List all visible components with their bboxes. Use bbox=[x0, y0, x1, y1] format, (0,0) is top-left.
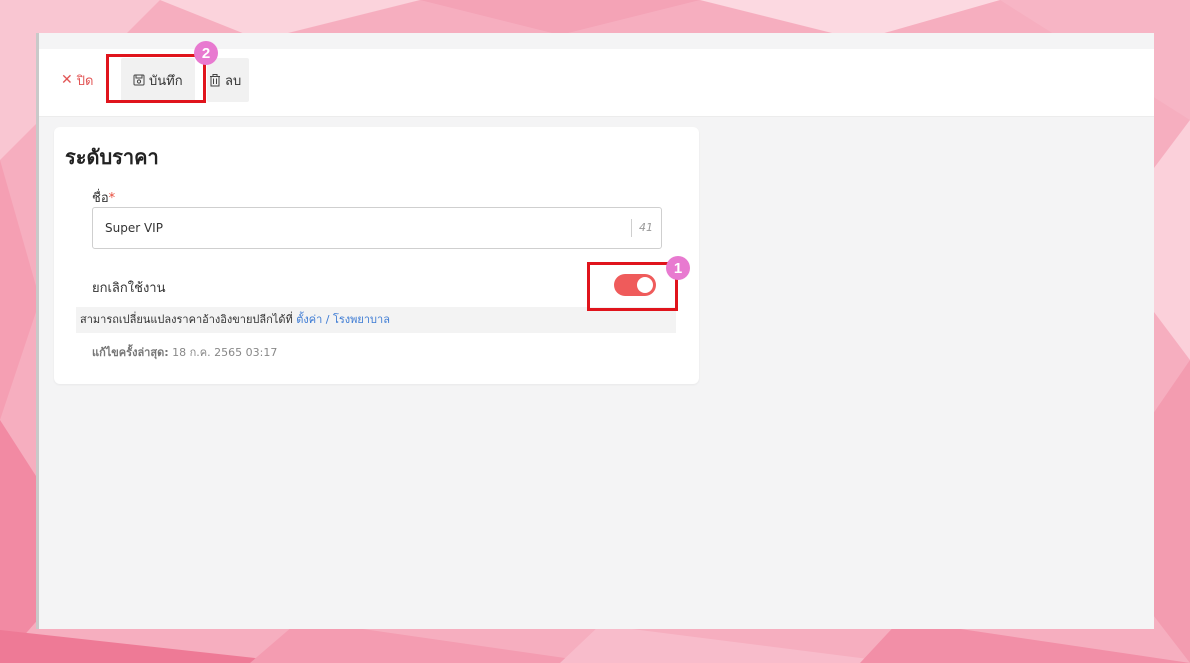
close-button[interactable]: ✕ ปิด bbox=[61, 58, 93, 102]
char-counter: 41 bbox=[631, 219, 653, 237]
trash-icon bbox=[209, 73, 221, 87]
required-mark: * bbox=[108, 191, 116, 206]
toggle-knob bbox=[637, 277, 653, 293]
last-edit-value: 18 ก.ค. 2565 03:17 bbox=[172, 346, 278, 359]
close-icon: ✕ bbox=[61, 72, 73, 88]
page-title: ระดับราคา bbox=[65, 145, 159, 169]
disable-label: ยกเลิกใช้งาน bbox=[92, 281, 166, 296]
name-field[interactable]: 41 bbox=[92, 207, 662, 249]
name-input[interactable] bbox=[93, 208, 623, 248]
settings-hospital-link[interactable]: ตั้งค่า / โรงพยาบาล bbox=[296, 313, 390, 326]
delete-button[interactable]: ลบ bbox=[207, 58, 250, 102]
disable-toggle[interactable] bbox=[614, 274, 656, 296]
save-icon bbox=[133, 74, 145, 86]
close-label: ปิด bbox=[76, 73, 94, 89]
last-edit-label: แก้ไขครั้งล่าสุด: bbox=[92, 346, 169, 359]
name-label: ชื่อ* bbox=[92, 187, 115, 208]
step-badge-2: 2 bbox=[194, 41, 218, 65]
info-text: สามารถเปลี่ยนแปลงราคาอ้างอิงขายปลีกได้ที… bbox=[80, 313, 293, 326]
last-edit: แก้ไขครั้งล่าสุด: 18 ก.ค. 2565 03:17 bbox=[92, 343, 277, 361]
save-label: บันทึก bbox=[149, 73, 183, 89]
name-label-text: ชื่อ bbox=[92, 191, 109, 206]
price-level-card: ระดับราคา ชื่อ* 41 ยกเลิกใช้งาน สามารถเป… bbox=[54, 127, 699, 384]
save-button[interactable]: บันทึก bbox=[121, 58, 195, 102]
info-bar: สามารถเปลี่ยนแปลงราคาอ้างอิงขายปลีกได้ที… bbox=[76, 307, 676, 333]
step-badge-1: 1 bbox=[666, 256, 690, 280]
delete-label: ลบ bbox=[225, 73, 242, 89]
app-window: ✕ ปิด บันทึก ลบ ระดับราคา ชื่อ* Super VI… bbox=[36, 33, 1154, 629]
